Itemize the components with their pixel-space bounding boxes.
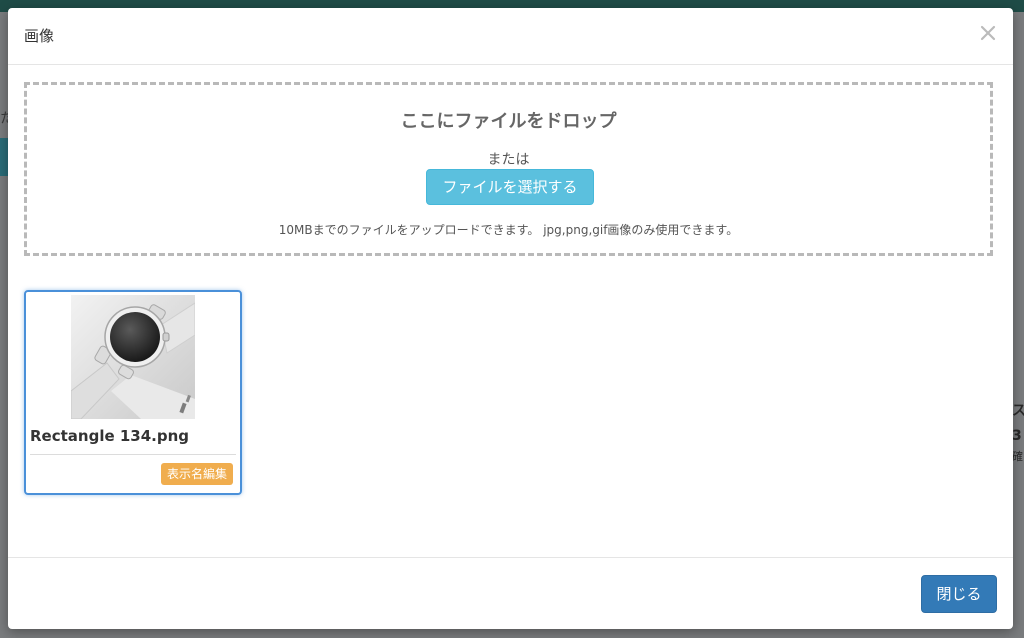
background-right-text: 確	[1012, 450, 1023, 463]
modal-header: 画像	[8, 8, 1013, 65]
dropzone-note: 10MBまでのファイルをアップロードできます。 jpg,png,gif画像のみ使…	[278, 223, 739, 237]
file-name: Rectangle 134.png	[30, 427, 190, 445]
select-file-button[interactable]: ファイルを選択する	[426, 169, 594, 205]
background-left-strip	[0, 138, 8, 176]
image-modal: 画像 ここにファイルをドロップ または ファイルを選択する 10MBまでのファイ…	[8, 8, 1013, 629]
close-button[interactable]: 閉じる	[921, 575, 997, 613]
file-dropzone[interactable]: ここにファイルをドロップ または ファイルを選択する 10MBまでのファイルをア…	[24, 82, 993, 256]
modal-footer: 閉じる	[8, 557, 1013, 630]
dropzone-or-text: または	[487, 152, 530, 168]
edit-display-name-button[interactable]: 表示名編集	[160, 463, 233, 485]
file-card[interactable]: Rectangle 134.png 表示名編集	[24, 290, 242, 495]
card-divider	[30, 454, 236, 455]
watch-thumbnail-image	[71, 295, 195, 419]
background-right-text: ス	[1012, 403, 1024, 419]
dropzone-title: ここにファイルをドロップ	[400, 111, 617, 132]
background-right-text: 3	[1012, 428, 1022, 444]
close-icon[interactable]	[977, 22, 999, 44]
modal-title: 画像	[24, 27, 55, 45]
